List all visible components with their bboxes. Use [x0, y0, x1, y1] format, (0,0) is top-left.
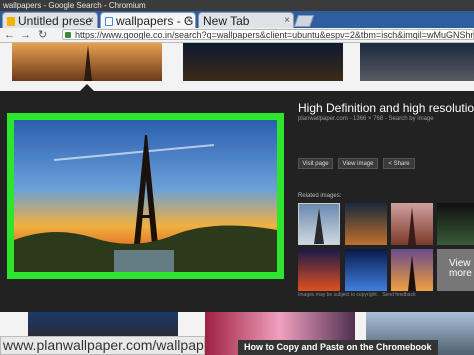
- google-icon: [105, 17, 113, 26]
- tab-strip: Untitled prese × wallpapers - G × New Ta…: [0, 11, 474, 28]
- view-image-button[interactable]: View image: [338, 158, 378, 169]
- tab-label: Untitled prese: [18, 14, 93, 28]
- tab-untitled-presentation[interactable]: Untitled prese ×: [2, 12, 98, 28]
- close-icon[interactable]: ×: [88, 13, 94, 28]
- reload-icon[interactable]: ↻: [38, 29, 47, 41]
- visit-page-button[interactable]: Visit page: [298, 158, 333, 169]
- eiffel-tower-image: [14, 120, 277, 272]
- browser-toolbar: ← → ↻ https://www.google.co.in/search?q=…: [0, 28, 474, 43]
- image-title: High Definition and high resolution w: [298, 101, 474, 115]
- copyright-notice: Images may be subject to copyright. Send…: [298, 292, 416, 298]
- related-images-label: Related images:: [298, 193, 342, 199]
- address-url: https://www.google.co.in/search?q=wallpa…: [75, 30, 474, 40]
- forward-icon[interactable]: →: [20, 29, 31, 41]
- tab-label: wallpapers - G: [116, 14, 194, 28]
- eiffel-related-icon: [408, 207, 416, 245]
- watermark-caption: How to Copy and Paste on the Chromebook: [238, 340, 438, 355]
- related-image[interactable]: [437, 203, 474, 245]
- eiffel-related-icon: [314, 208, 324, 244]
- close-icon[interactable]: ×: [284, 13, 290, 28]
- related-image[interactable]: [298, 249, 340, 291]
- result-thumbnail[interactable]: [360, 43, 474, 81]
- result-thumbnail[interactable]: [28, 312, 178, 336]
- result-thumbnail[interactable]: [183, 43, 343, 81]
- copyright-text: Images may be subject to copyright.: [298, 292, 379, 298]
- view-more-button[interactable]: View more: [437, 249, 474, 291]
- share-button[interactable]: < Share: [383, 158, 415, 169]
- window-title: wallpapers - Google Search - Chromium: [3, 1, 146, 10]
- image-meta: planwallpaper.com - 1366 × 768 - Search …: [298, 116, 434, 122]
- status-url-bubble: www.planwallpaper.com/wallpaper-hd: [0, 336, 205, 355]
- selection-caret: [80, 84, 94, 91]
- lock-icon: [65, 32, 71, 38]
- address-bar[interactable]: https://www.google.co.in/search?q=wallpa…: [62, 29, 474, 40]
- tab-new-tab[interactable]: New Tab ×: [198, 12, 294, 28]
- back-icon[interactable]: ←: [4, 29, 15, 41]
- eiffel-related-icon: [408, 255, 416, 291]
- tab-label: New Tab: [203, 14, 250, 28]
- related-image[interactable]: [391, 249, 433, 291]
- tab-wallpapers[interactable]: wallpapers - G ×: [100, 12, 196, 28]
- eiffel-thumbnail-icon: [84, 45, 92, 81]
- new-tab-button[interactable]: [293, 15, 315, 27]
- related-image[interactable]: [391, 203, 433, 245]
- window-titlebar: wallpapers - Google Search - Chromium: [0, 0, 474, 11]
- results-row-top: [0, 43, 474, 91]
- related-image[interactable]: [345, 249, 387, 291]
- docs-icon: [7, 17, 15, 26]
- send-feedback-link[interactable]: Send feedback: [382, 292, 415, 298]
- close-icon[interactable]: ×: [186, 13, 192, 28]
- main-image[interactable]: [14, 120, 277, 272]
- share-label: Share: [393, 161, 410, 167]
- related-image[interactable]: [298, 203, 340, 245]
- share-icon: <: [388, 161, 392, 167]
- result-thumbnail[interactable]: [12, 43, 162, 81]
- related-image[interactable]: [345, 203, 387, 245]
